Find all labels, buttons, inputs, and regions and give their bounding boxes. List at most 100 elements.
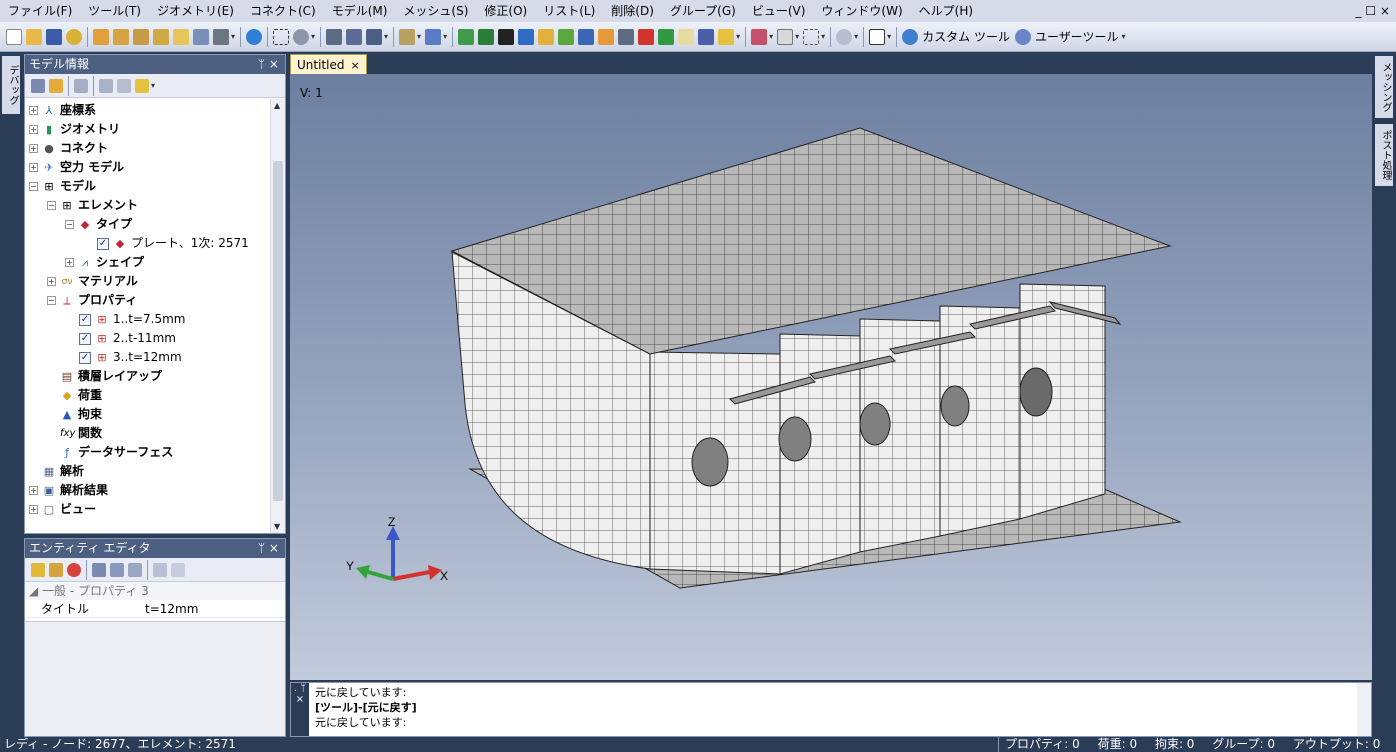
dropdown-arrow-icon[interactable]: ▾: [821, 32, 825, 41]
dropdown-arrow-icon[interactable]: ▾: [231, 32, 235, 41]
view-style-icon[interactable]: [836, 28, 853, 45]
property-section-header[interactable]: ◢ 一般 - プロパティ 3: [25, 582, 285, 600]
expand-icon[interactable]: +: [47, 277, 56, 286]
post-processing-tab[interactable]: ポスト処理: [1375, 124, 1393, 186]
list-tree-icon[interactable]: [326, 28, 343, 45]
new-file-icon[interactable]: [6, 28, 22, 45]
layer-icon[interactable]: [346, 28, 363, 45]
tree-item-type[interactable]: − ◆ タイプ: [65, 215, 132, 234]
dropdown-arrow-icon[interactable]: ▾: [151, 81, 155, 90]
ruler-icon[interactable]: [399, 28, 416, 45]
library-icon[interactable]: [173, 28, 189, 45]
debug-tab[interactable]: デバッグ: [2, 56, 20, 114]
scroll-down-icon[interactable]: ▼: [274, 522, 280, 531]
menu-mesh[interactable]: メッシュ(S): [395, 0, 476, 22]
layup-icon[interactable]: [618, 28, 635, 45]
collapse-icon[interactable]: −: [29, 182, 38, 191]
menu-model[interactable]: モデル(M): [324, 0, 396, 22]
copy-icon[interactable]: [117, 78, 131, 93]
property-value[interactable]: t=12mm: [145, 600, 285, 617]
move-icon[interactable]: [99, 78, 113, 93]
menu-group[interactable]: グループ(G): [662, 0, 744, 22]
scrollbar-thumb[interactable]: [273, 161, 283, 501]
node-icon[interactable]: [518, 28, 535, 45]
menu-file[interactable]: ファイル(F): [0, 0, 80, 22]
dropdown-arrow-icon[interactable]: ▾: [311, 32, 315, 41]
help-circle-icon[interactable]: [246, 28, 263, 45]
visibility-checkbox[interactable]: ✓: [97, 237, 109, 250]
collapse-section-icon[interactable]: ◢: [29, 584, 42, 598]
tree-item-property-1[interactable]: ✓ ⊞ 1..t=7.5mm: [79, 310, 186, 329]
menu-modify[interactable]: 修正(O): [476, 0, 535, 22]
collapse-icon[interactable]: −: [65, 220, 74, 229]
grid-icon[interactable]: [678, 28, 695, 45]
tree-item-connect[interactable]: + ● コネクト: [29, 139, 108, 158]
filter-icon[interactable]: [74, 78, 88, 93]
output-gutter[interactable]: . ᛘ ×: [291, 683, 309, 736]
tree-item-constraint[interactable]: ▲ 拘束: [60, 405, 102, 424]
scroll-up-icon[interactable]: ▲: [274, 101, 280, 110]
load-model-icon[interactable]: [49, 78, 63, 93]
user-tools-icon[interactable]: [1015, 28, 1031, 45]
tree-item-plate[interactable]: ✓ ◆ プレート、1次: 2571: [97, 234, 249, 253]
dropdown-arrow-icon[interactable]: ▾: [443, 32, 447, 41]
sort-az-icon[interactable]: [110, 562, 124, 577]
tree-item-model[interactable]: − ⊞ モデル: [29, 177, 96, 196]
dropdown-arrow-icon[interactable]: ▾: [769, 32, 773, 41]
categorized-icon[interactable]: [92, 562, 106, 577]
tree-item-geometry[interactable]: + ▮ ジオメトリ: [29, 120, 120, 139]
mesh-surface-icon[interactable]: [458, 28, 475, 45]
menu-delete[interactable]: 削除(D): [603, 0, 662, 22]
expand-icon[interactable]: +: [29, 106, 38, 115]
dropdown-arrow-icon[interactable]: ▾: [384, 32, 388, 41]
tree-item-element[interactable]: − ⊞ エレメント: [47, 196, 138, 215]
refresh-icon[interactable]: [67, 562, 81, 577]
output-scrollbar[interactable]: [1357, 683, 1371, 736]
material-icon[interactable]: [598, 28, 615, 45]
expand-icon[interactable]: +: [29, 144, 38, 153]
import-icon[interactable]: [93, 28, 109, 45]
export-props-icon[interactable]: [153, 562, 167, 577]
dropdown-arrow-icon[interactable]: ▾: [887, 32, 891, 41]
dropdown-arrow-icon[interactable]: ▾: [417, 32, 421, 41]
zoom-box-icon[interactable]: [803, 28, 820, 45]
tree-item-view[interactable]: + ▢ ビュー: [29, 500, 96, 519]
dropdown-arrow-icon[interactable]: ▾: [795, 32, 799, 41]
expand-icon[interactable]: +: [29, 125, 38, 134]
link-icon[interactable]: [66, 28, 82, 45]
tree-item-shape[interactable]: + ⩘ シェイプ: [65, 253, 144, 272]
menu-geometry[interactable]: ジオメトリ(E): [149, 0, 242, 22]
curve-icon[interactable]: [538, 28, 555, 45]
window-controls[interactable]: _ ☐ ×: [1356, 0, 1390, 22]
custom-tools-button[interactable]: カスタム ツール: [922, 28, 1010, 45]
expand-icon[interactable]: +: [29, 505, 38, 514]
visibility-checkbox[interactable]: ✓: [79, 313, 91, 326]
menu-list[interactable]: リスト(L): [535, 0, 603, 22]
tree-item-property[interactable]: − ⟂ プロパティ: [47, 291, 137, 310]
screen-icon[interactable]: [193, 28, 209, 45]
fe-model-mesh[interactable]: Z Y X: [290, 74, 1372, 680]
tree-item-property-3[interactable]: ✓ ⊞ 3..t=12mm: [79, 348, 182, 367]
mesh-solid-icon[interactable]: [478, 28, 495, 45]
export-icon[interactable]: [113, 28, 129, 45]
merge-icon[interactable]: [133, 28, 149, 45]
dropdown-arrow-icon[interactable]: ▾: [736, 32, 740, 41]
measure-icon[interactable]: [425, 28, 442, 45]
constraint-icon[interactable]: [658, 28, 675, 45]
expand-icon[interactable]: +: [29, 163, 38, 172]
numbering-icon[interactable]: [498, 28, 515, 45]
paste-icon[interactable]: [49, 562, 63, 577]
pointer-icon[interactable]: [777, 28, 794, 45]
load-icon[interactable]: [638, 28, 655, 45]
model-tree-scrollbar[interactable]: ▲ ▼: [270, 99, 285, 533]
custom-tools-icon[interactable]: [902, 28, 919, 45]
menu-connect[interactable]: コネクト(C): [242, 0, 324, 22]
surface-icon[interactable]: [558, 28, 575, 45]
visibility-checkbox[interactable]: ✓: [79, 332, 91, 345]
save-icon[interactable]: [46, 28, 62, 45]
tree-item-function[interactable]: fxy 関数: [60, 424, 102, 443]
tree-item-data-surface[interactable]: ƒ データサーフェス: [60, 443, 173, 462]
import-props-icon[interactable]: [171, 562, 185, 577]
menu-window[interactable]: ウィンドウ(W): [813, 0, 910, 22]
panel-pin-close[interactable]: ᛘ ×: [258, 55, 279, 74]
